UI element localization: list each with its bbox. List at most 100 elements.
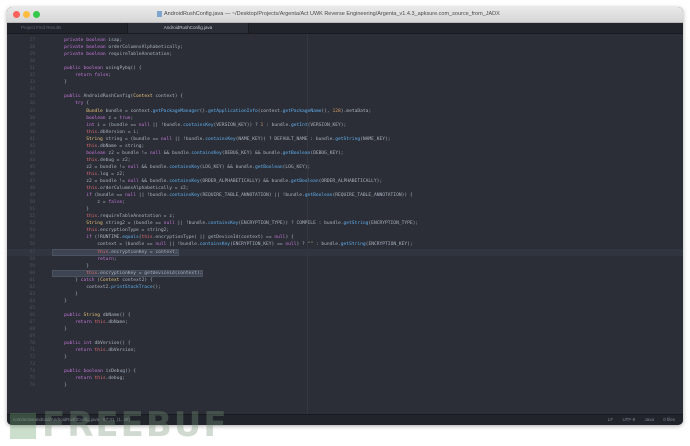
line-number[interactable]: 68 xyxy=(15,326,35,333)
line-number[interactable]: 44 xyxy=(15,157,35,164)
code-line[interactable]: 55 if (!RUNTIME.equals(this.encryptionTy… xyxy=(7,234,683,241)
line-number[interactable]: 43 xyxy=(15,150,35,157)
code-line[interactable]: 61 } catch (Context context2) { xyxy=(7,277,683,284)
line-number[interactable]: 61 xyxy=(15,277,35,284)
line-number[interactable]: 38 xyxy=(15,115,35,122)
line-number[interactable]: 66 xyxy=(15,312,35,319)
line-number[interactable]: 55 xyxy=(15,234,35,241)
line-number[interactable]: 54 xyxy=(15,227,35,234)
code-line[interactable]: 70 public int dbVersion() { xyxy=(7,340,683,347)
code-line[interactable]: 39 int i = (bundle == null || !bundle.co… xyxy=(7,122,683,129)
line-number[interactable]: 46 xyxy=(15,171,35,178)
code-line[interactable]: 33 } xyxy=(7,79,683,86)
code-line[interactable]: 29 private boolean requireTableAnnotatio… xyxy=(7,51,683,58)
line-number[interactable]: 32 xyxy=(15,72,35,79)
code-line[interactable]: 47 z2 = bundle != null && bundle.contain… xyxy=(7,178,683,185)
line-number[interactable]: 59 xyxy=(15,263,35,270)
code-line[interactable]: 54 this.encryptionType = string2; xyxy=(7,227,683,234)
code-line[interactable]: 65 xyxy=(7,305,683,312)
line-number[interactable]: 35 xyxy=(15,93,35,100)
line-number[interactable]: 29 xyxy=(15,51,35,58)
minimize-window-button[interactable] xyxy=(23,11,30,18)
code-line[interactable]: 32 return false; xyxy=(7,72,683,79)
line-number[interactable]: 58 xyxy=(15,256,35,263)
code-line[interactable]: 45 z2 = bundle != null && bundle.contain… xyxy=(7,164,683,171)
code-line[interactable]: 66 public String dbName() { xyxy=(7,312,683,319)
close-window-button[interactable] xyxy=(13,11,20,18)
line-number[interactable]: 75 xyxy=(15,375,35,382)
line-number[interactable]: 39 xyxy=(15,122,35,129)
code-line[interactable]: 52 this.requireTableAnnotation = z; xyxy=(7,213,683,220)
line-number[interactable]: 60 xyxy=(15,270,35,277)
line-number[interactable]: 53 xyxy=(15,220,35,227)
line-number[interactable]: 34 xyxy=(15,86,35,93)
line-number[interactable]: 33 xyxy=(15,79,35,86)
line-number[interactable]: 42 xyxy=(15,143,35,150)
line-number[interactable]: 52 xyxy=(15,213,35,220)
line-number[interactable]: 57 xyxy=(15,249,35,256)
code-line[interactable]: 42 this.dbName = string; xyxy=(7,143,683,150)
line-number[interactable]: 28 xyxy=(15,44,35,51)
line-number[interactable]: 50 xyxy=(15,199,35,206)
line-number[interactable]: 31 xyxy=(15,65,35,72)
code-line[interactable]: 44 this.debug = z2; xyxy=(7,157,683,164)
line-number[interactable]: 51 xyxy=(15,206,35,213)
code-line[interactable]: 59 } xyxy=(7,263,683,270)
tab-project-find-results[interactable]: Project Find Results xyxy=(7,23,127,33)
line-number[interactable]: 74 xyxy=(15,368,35,375)
code-line[interactable]: 67 return this.dbName; xyxy=(7,319,683,326)
line-number[interactable]: 70 xyxy=(15,340,35,347)
line-number[interactable]: 49 xyxy=(15,192,35,199)
code-line[interactable]: 73 xyxy=(7,361,683,368)
code-line[interactable]: 71 return this.dbVersion; xyxy=(7,347,683,354)
code-line[interactable]: 63 } xyxy=(7,291,683,298)
code-line[interactable]: 57 this.encryptionKey = context; xyxy=(7,248,683,256)
line-number[interactable]: 40 xyxy=(15,129,35,136)
line-number[interactable]: 64 xyxy=(15,298,35,305)
status-line-ending[interactable]: LF xyxy=(608,417,613,422)
code-line[interactable]: 62 context2.printStackTrace(); xyxy=(7,284,683,291)
line-number[interactable]: 62 xyxy=(15,284,35,291)
code-line[interactable]: 28 private boolean orderColumnsAlphabeti… xyxy=(7,44,683,51)
code-line[interactable]: 69 xyxy=(7,333,683,340)
code-line[interactable]: 38 boolean z = true; xyxy=(7,115,683,122)
line-number[interactable]: 76 xyxy=(15,382,35,389)
line-number[interactable]: 37 xyxy=(15,108,35,115)
code-line[interactable]: 36 try { xyxy=(7,100,683,107)
code-line[interactable]: 31 public boolean usingPybq() { xyxy=(7,65,683,72)
code-line[interactable]: 49 if (bundle == null || !bundle.contain… xyxy=(7,192,683,199)
code-line[interactable]: 51 } xyxy=(7,206,683,213)
code-line[interactable]: 48 this.orderColumnsAlphabetically = z2; xyxy=(7,185,683,192)
code-line[interactable]: 56 context = (bundle == null || !bundle.… xyxy=(7,241,683,248)
code-line[interactable]: 34 xyxy=(7,86,683,93)
tab-androidrushconfig[interactable]: AndroidRushConfig.java xyxy=(127,23,249,33)
code-line[interactable]: 27 private boolean isap; xyxy=(7,37,683,44)
line-number[interactable]: 41 xyxy=(15,136,35,143)
status-files[interactable]: 0 files xyxy=(663,417,675,422)
line-number[interactable]: 65 xyxy=(15,305,35,312)
zoom-window-button[interactable] xyxy=(33,11,40,18)
code-line[interactable]: 74 public boolean isDebug() { xyxy=(7,368,683,375)
line-number[interactable]: 71 xyxy=(15,347,35,354)
code-line[interactable]: 68 } xyxy=(7,326,683,333)
code-line[interactable]: 58 return; xyxy=(7,256,683,263)
status-grammar[interactable]: Java xyxy=(644,417,654,422)
code-line[interactable]: 46 this.log = z2; xyxy=(7,171,683,178)
code-line[interactable]: 50 z = false; xyxy=(7,199,683,206)
line-number[interactable]: 72 xyxy=(15,354,35,361)
line-number[interactable]: 47 xyxy=(15,178,35,185)
line-number[interactable]: 63 xyxy=(15,291,35,298)
code-line[interactable]: 35 public AndroidRushConfig(Context cont… xyxy=(7,93,683,100)
code-editor[interactable]: 27 private boolean isap; 28 private boole… xyxy=(7,34,683,415)
code-line[interactable]: 75 return this.debug; xyxy=(7,375,683,382)
line-number[interactable]: 67 xyxy=(15,319,35,326)
line-number[interactable]: 48 xyxy=(15,185,35,192)
code-line[interactable]: 72 } xyxy=(7,354,683,361)
code-line[interactable]: 40 this.dbVersion = i; xyxy=(7,129,683,136)
line-number[interactable]: 36 xyxy=(15,100,35,107)
code-line[interactable]: 64 } xyxy=(7,298,683,305)
code-line[interactable]: 43 boolean z2 = bundle != null && bundle… xyxy=(7,150,683,157)
status-encoding[interactable]: UTF-8 xyxy=(622,417,635,422)
line-number[interactable]: 45 xyxy=(15,164,35,171)
code-line[interactable]: 76 } xyxy=(7,382,683,389)
